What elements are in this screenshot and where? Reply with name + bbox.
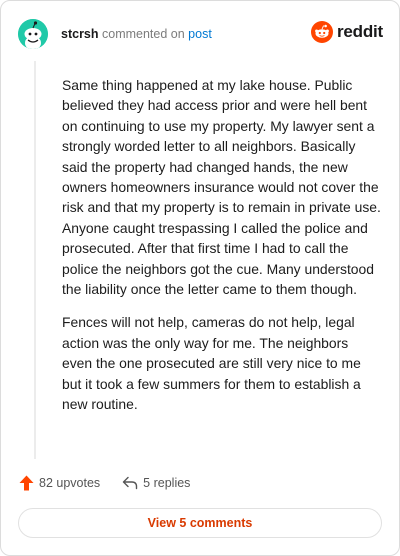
thread-line[interactable]	[34, 61, 36, 459]
replies-count: 5 replies	[143, 476, 191, 490]
comment-paragraph-1: Same thing happened at my lake house. Pu…	[62, 77, 381, 298]
replies-button[interactable]: 5 replies	[122, 476, 190, 490]
comment-card: stcrsh commented on post reddit Same thi…	[0, 0, 400, 556]
comment-paragraph-2: Fences will not help, cameras do not hel…	[62, 314, 361, 413]
reddit-logo[interactable]: reddit	[310, 21, 383, 43]
comment-header: stcrsh commented on post	[18, 18, 212, 50]
upvote-count: 82 upvotes	[39, 476, 101, 490]
snoo-avatar-icon[interactable]	[18, 19, 48, 49]
view-comments-button[interactable]: View 5 comments	[18, 508, 382, 538]
commented-on-text: commented on	[98, 27, 189, 41]
upvote-button[interactable]: 82 upvotes	[19, 475, 100, 491]
reply-arrow-icon	[122, 476, 138, 490]
username-link[interactable]: stcrsh	[61, 27, 99, 41]
reddit-logo-icon	[310, 21, 333, 43]
comment-body: Same thing happened at my lake house. Pu…	[62, 75, 382, 428]
comment-meta: stcrsh commented on post	[61, 27, 212, 41]
post-link[interactable]: post	[188, 27, 212, 41]
comment-actions: 82 upvotes 5 replies	[19, 473, 190, 493]
reddit-wordmark: reddit	[336, 22, 383, 41]
upvote-arrow-icon	[19, 475, 34, 491]
